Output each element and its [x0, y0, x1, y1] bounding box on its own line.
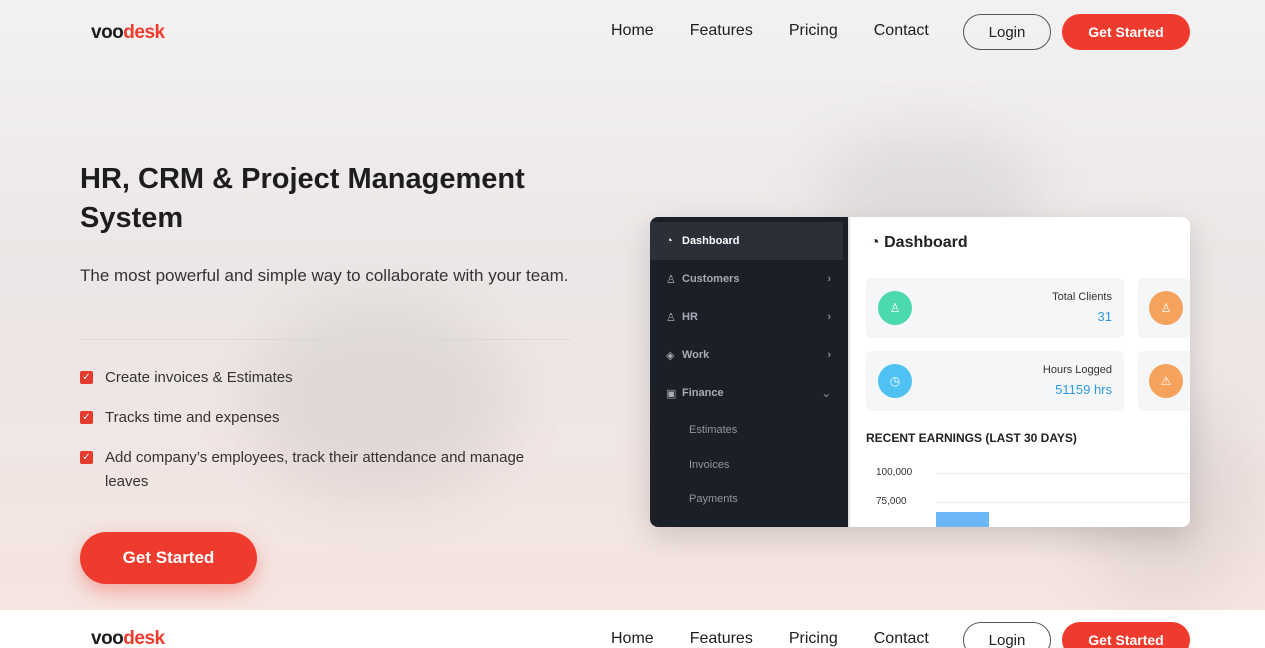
nav-contact[interactable]: Contact — [874, 630, 929, 648]
grid-line — [936, 473, 1190, 474]
stat-card[interactable]: ⚠ — [1138, 351, 1190, 411]
brand-logo[interactable]: voodesk — [91, 628, 165, 648]
hero-get-started-button[interactable]: Get Started — [80, 532, 257, 584]
earnings-title: RECENT EARNINGS (LAST 30 DAYS) — [866, 431, 1077, 445]
nav-contact[interactable]: Contact — [874, 22, 929, 40]
stat-card[interactable]: ♙ — [1138, 278, 1190, 338]
sidebar-item-hr[interactable]: ♙ HR › — [650, 298, 843, 336]
gauge-icon: ◔ — [666, 235, 673, 247]
checkbox-icon: ✓ — [80, 371, 93, 384]
stat-card-total-clients[interactable]: ♙ Total Clients 31 — [866, 278, 1124, 338]
nav-pricing[interactable]: Pricing — [789, 22, 838, 40]
feature-text: Add company’s employees, track their att… — [105, 449, 525, 490]
sidebar-item-finance[interactable]: ▣ Finance ⌄ — [650, 374, 843, 412]
main-menu: Home Features Pricing Contact — [611, 22, 929, 40]
sidebar-item-dashboard[interactable]: ◔ Dashboard — [650, 222, 843, 260]
clock-icon: ◷ — [878, 364, 912, 398]
user-icon: ♙ — [1149, 291, 1183, 325]
stat-label: Total Clients — [1052, 291, 1112, 303]
nav-pricing[interactable]: Pricing — [789, 630, 838, 648]
dashboard-preview: ◔ Dashboard ♙ Customers › ♙ HR › ◈ Work … — [650, 217, 1190, 527]
stat-card-hours-logged[interactable]: ◷ Hours Logged 51159 hrs — [866, 351, 1124, 411]
nav-home[interactable]: Home — [611, 22, 654, 40]
list-item: ✓ Create invoices & Estimates — [80, 366, 570, 390]
sidebar-subitem-invoices[interactable]: Invoices — [689, 459, 729, 471]
y-tick-label: 75,000 — [876, 496, 907, 507]
sidebar-subitem-estimates[interactable]: Estimates — [689, 424, 737, 436]
nav-features[interactable]: Features — [690, 630, 753, 648]
feature-text: Tracks time and expenses — [105, 409, 280, 426]
checkbox-icon: ✓ — [80, 451, 93, 464]
stat-label: Hours Logged — [1042, 364, 1112, 376]
y-tick-label: 100,000 — [876, 467, 913, 478]
chevron-right-icon: › — [827, 349, 831, 361]
stat-value: 31 — [1097, 309, 1112, 324]
stat-value: 51159 hrs — [1055, 382, 1112, 397]
hero-subtitle: The most powerful and simple way to coll… — [80, 266, 569, 285]
chevron-right-icon: › — [827, 273, 831, 285]
sidebar-subitem-payments[interactable]: Payments — [689, 493, 738, 505]
login-button[interactable]: Login — [963, 14, 1051, 50]
chevron-down-icon: ⌄ — [821, 387, 831, 400]
hero-divider — [80, 339, 570, 340]
top-navbar: voodesk Home Features Pricing Contact Lo… — [0, 0, 1265, 64]
nav-features[interactable]: Features — [690, 22, 753, 40]
hero-title: HR, CRM & Project Management System — [80, 163, 525, 234]
grid-line — [936, 502, 1190, 503]
dashboard-title: ◔ Dashboard — [870, 234, 968, 251]
user-icon: ♙ — [666, 273, 676, 286]
gauge-icon: ◔ — [870, 234, 885, 251]
get-started-button[interactable]: Get Started — [1062, 622, 1190, 648]
person-icon: ♙ — [666, 311, 676, 324]
list-item: ✓ Tracks time and expenses — [80, 406, 570, 430]
dashboard-main: ◔ Dashboard ♙ Total Clients 31 ♙ ◷ Hours… — [848, 217, 1190, 527]
brand-logo[interactable]: voodesk — [91, 22, 165, 44]
money-icon: ▣ — [666, 387, 677, 400]
sidebar: ◔ Dashboard ♙ Customers › ♙ HR › ◈ Work … — [650, 217, 848, 527]
feature-list: ✓ Create invoices & Estimates ✓ Tracks t… — [80, 366, 570, 510]
sidebar-item-customers[interactable]: ♙ Customers › — [650, 260, 843, 298]
checkbox-icon: ✓ — [80, 411, 93, 424]
sidebar-item-work[interactable]: ◈ Work › — [650, 336, 843, 374]
list-item: ✓ Add company’s employees, track their a… — [80, 446, 570, 494]
warning-icon: ⚠ — [1149, 364, 1183, 398]
nav-home[interactable]: Home — [611, 630, 654, 648]
sticky-navbar: voodesk Home Features Pricing Contact Lo… — [0, 610, 1265, 648]
layers-icon: ◈ — [666, 349, 675, 362]
feature-text: Create invoices & Estimates — [105, 369, 293, 386]
user-icon: ♙ — [878, 291, 912, 325]
main-menu: Home Features Pricing Contact — [611, 630, 929, 648]
chevron-right-icon: › — [827, 311, 831, 323]
get-started-button[interactable]: Get Started — [1062, 14, 1190, 50]
login-button[interactable]: Login — [963, 622, 1051, 648]
earnings-bar — [936, 512, 989, 527]
